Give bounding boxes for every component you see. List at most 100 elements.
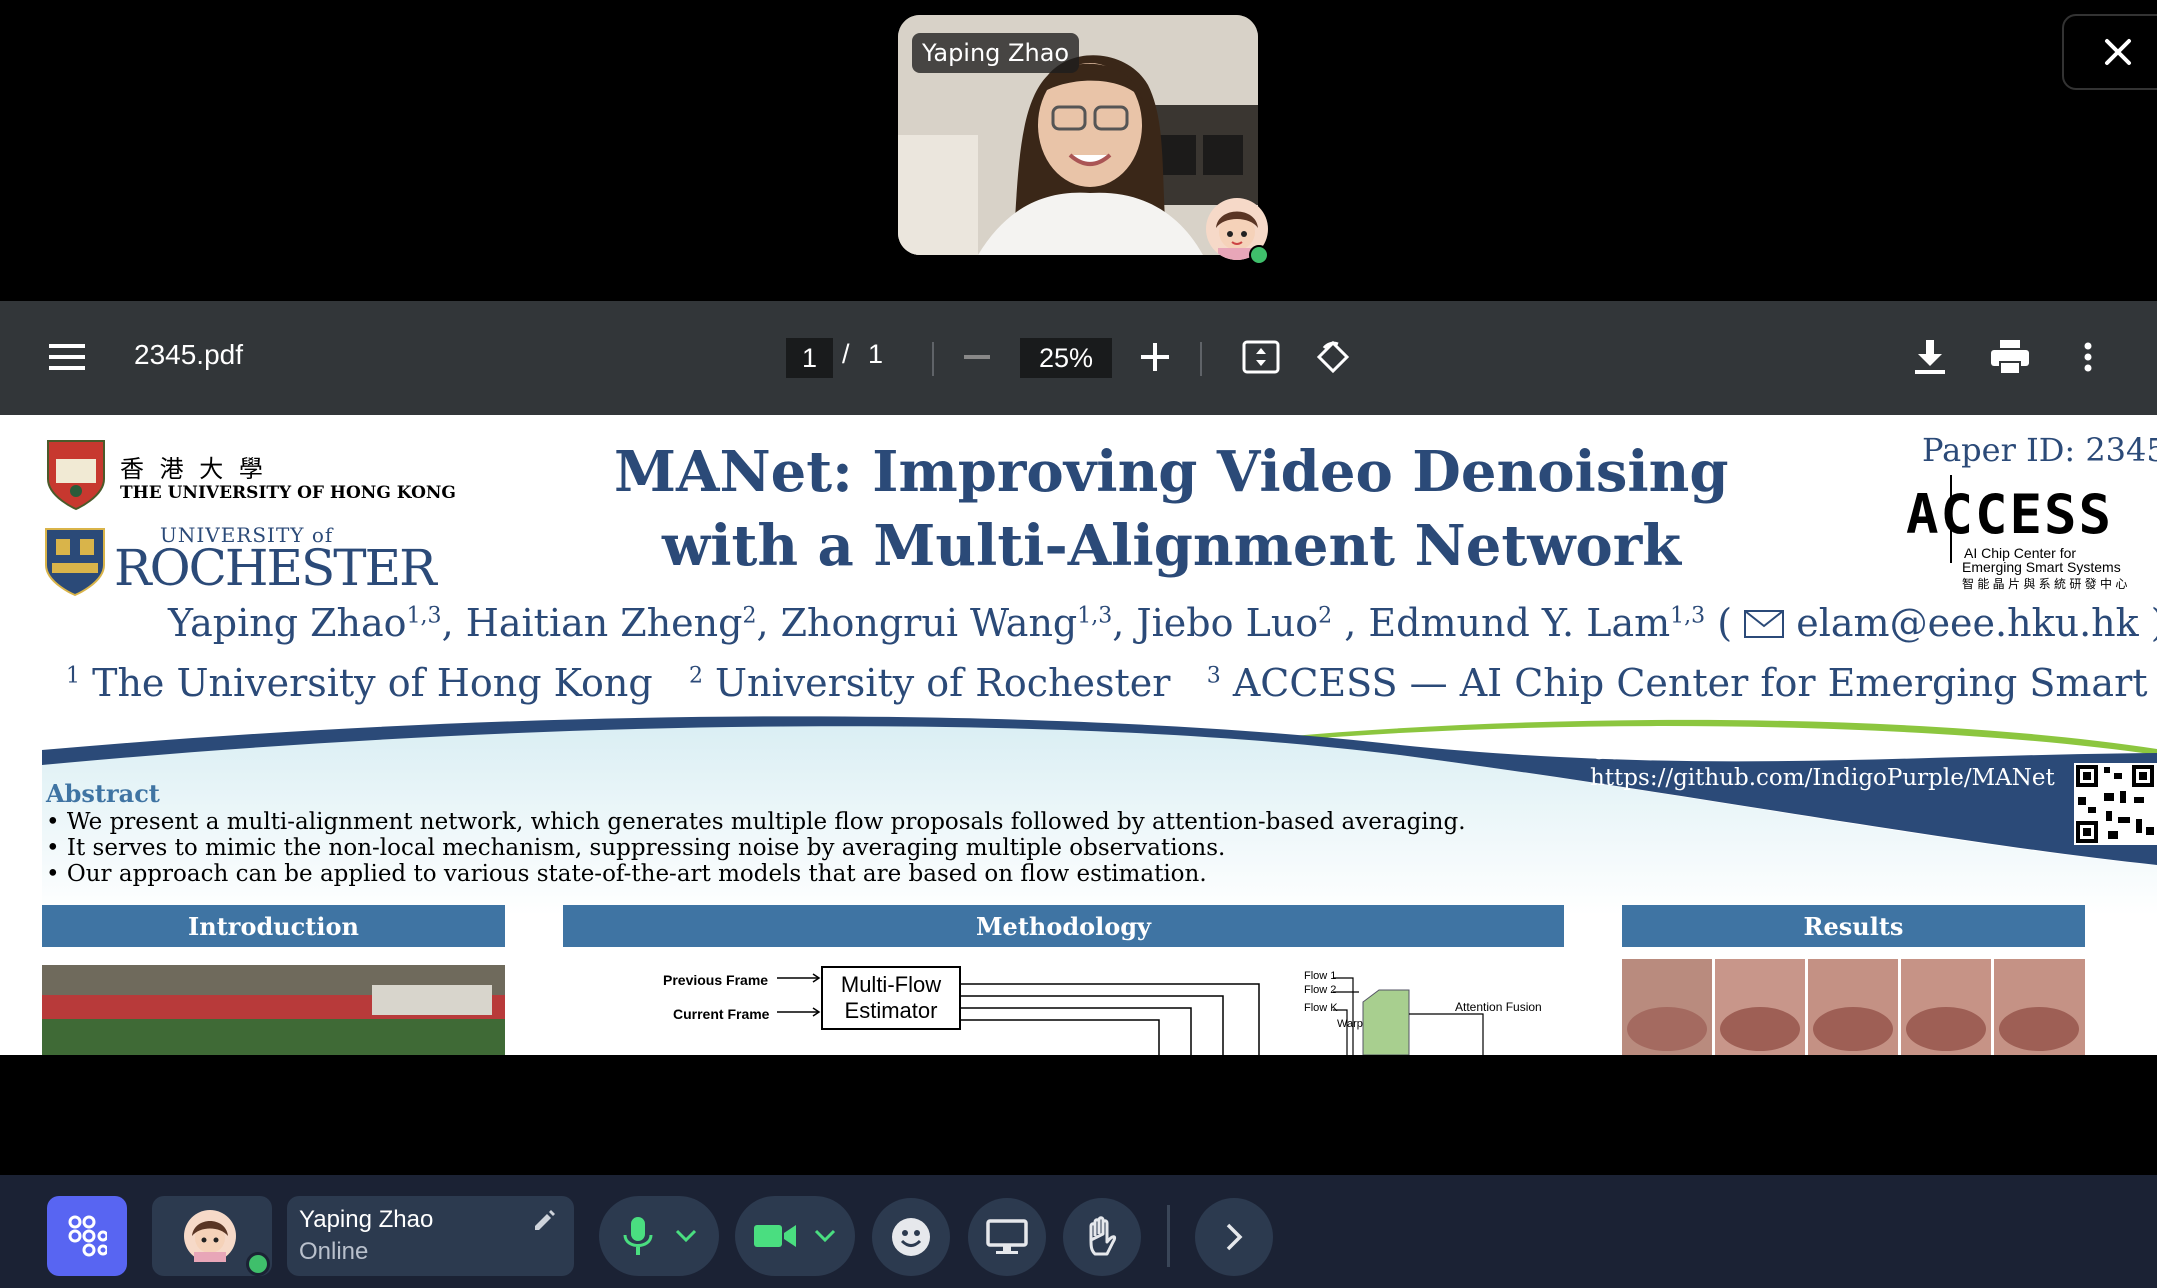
- print-button[interactable]: [1988, 335, 2032, 379]
- page-total: 1: [868, 339, 884, 369]
- abstract-bullet: • Our approach can be applied to various…: [46, 861, 1207, 887]
- zoom-in-button[interactable]: [1138, 337, 1172, 377]
- user-avatar-button[interactable]: [152, 1196, 272, 1276]
- download-icon: [1915, 340, 1945, 374]
- hamburger-icon: [49, 344, 85, 370]
- affiliation-number: 2: [688, 663, 703, 689]
- reactions-button[interactable]: [872, 1198, 950, 1276]
- abstract-bullet-text: Our approach can be applied to various s…: [66, 861, 1207, 887]
- affiliation-name: University of Rochester: [715, 661, 1171, 705]
- author-email[interactable]: elam@eee.hku.hk: [1796, 601, 2138, 645]
- share-screen-button[interactable]: [968, 1198, 1046, 1276]
- methodology-diagram: Previous Frame Current Frame Multi-Flow …: [563, 962, 1564, 1055]
- user-name: Yaping Zhao: [299, 1206, 434, 1233]
- online-status-dot: [1249, 245, 1269, 265]
- hku-english-name: THE UNIVERSITY OF HONG KONG: [120, 483, 456, 503]
- user-online-dot: [246, 1252, 270, 1276]
- author-affiliation: 1,3: [1077, 603, 1113, 629]
- affiliation-number: 1: [66, 663, 80, 689]
- author-affiliation: 2: [742, 603, 757, 629]
- screen-share-icon: [986, 1219, 1028, 1254]
- apps-button[interactable]: [47, 1196, 127, 1276]
- more-vert-icon: [2084, 342, 2092, 372]
- more-controls-button[interactable]: [1195, 1198, 1273, 1276]
- download-button[interactable]: [1910, 335, 1950, 379]
- rotate-icon: [1316, 340, 1350, 374]
- author-affiliation: 2: [1318, 603, 1333, 629]
- author-name: , Edmund Y. Lam: [1332, 601, 1671, 645]
- user-status-card[interactable]: Yaping Zhao Online: [287, 1196, 574, 1276]
- section-header-introduction: Introduction: [42, 905, 505, 947]
- warp-label: Warp: [1337, 1018, 1363, 1030]
- attention-fusion-label: Attention Fusion: [1455, 1000, 1542, 1014]
- abstract-title: Abstract: [46, 779, 160, 808]
- paper-id: Paper ID: 2345: [1922, 431, 2157, 469]
- camera-control[interactable]: [735, 1196, 855, 1276]
- call-control-bar: Yaping Zhao Online: [0, 1175, 2157, 1288]
- more-options-button[interactable]: [2078, 335, 2098, 379]
- participant-video-tile[interactable]: Yaping Zhao: [898, 15, 1258, 255]
- estimator-label-line1: Multi-Flow: [840, 972, 942, 997]
- edit-pencil-icon[interactable]: [531, 1208, 557, 1234]
- microphone-control[interactable]: [599, 1196, 719, 1276]
- emoji-icon: [892, 1218, 930, 1256]
- author-affiliation: 1,3: [1670, 603, 1706, 629]
- results-image-strip: [1622, 959, 2085, 1055]
- zoom-level-input[interactable]: 25%: [1020, 338, 1112, 378]
- code-url[interactable]: https://github.com/IndigoPurple/MANet: [1590, 765, 2055, 791]
- author-name: , Jiebo Luo: [1112, 601, 1319, 645]
- multi-flow-estimator-box: Multi-Flow Estimator: [821, 966, 961, 1030]
- hku-chinese-name: 香 港 大 學: [120, 455, 267, 483]
- affiliations-line: 1 The University of Hong Kong 2 Universi…: [66, 661, 2157, 705]
- envelope-icon: [1744, 610, 1785, 638]
- author-name: , Zhongrui Wang: [756, 601, 1078, 645]
- user-status: Online: [299, 1238, 369, 1265]
- affiliation-name: The University of Hong Kong: [92, 661, 653, 705]
- raise-hand-button[interactable]: [1063, 1198, 1141, 1276]
- abstract-bullet: • We present a multi-alignment network, …: [46, 809, 1466, 835]
- code-label: Code is available at:: [1590, 739, 1827, 765]
- close-button[interactable]: [2062, 14, 2157, 90]
- author-name: Yaping Zhao: [168, 601, 407, 645]
- access-subtitle-3: 智 能 晶 片 與 系 統 研 發 中 心: [1962, 577, 2128, 591]
- video-camera-icon: [754, 1225, 796, 1247]
- flow-2-label: Flow 2: [1304, 984, 1337, 996]
- diagram-connectors: [777, 973, 1484, 1055]
- apps-grid-icon: [68, 1215, 107, 1257]
- close-icon: [2105, 39, 2131, 65]
- abstract-bullet: • It serves to mimic the non-local mecha…: [46, 835, 1226, 861]
- access-logo-divider: [1950, 475, 1952, 563]
- abstract-bullet-text: We present a multi-alignment network, wh…: [66, 809, 1466, 835]
- user-avatar: [184, 1210, 236, 1262]
- author-affiliation: 1,3: [406, 603, 442, 629]
- chevron-down-icon: [814, 1229, 836, 1243]
- chevron-right-icon: [1226, 1223, 1243, 1251]
- flow-k-label: Flow K: [1304, 1002, 1338, 1014]
- poster-title-line1: MANet: Improving Video Denoising: [614, 439, 1729, 505]
- print-icon: [1991, 340, 2029, 374]
- pdf-page: 香 港 大 學 THE UNIVERSITY OF HONG KONG UNIV…: [0, 415, 2157, 1055]
- rotate-button[interactable]: [1310, 335, 1356, 379]
- abstract-bullet-text: It serves to mimic the non-local mechani…: [66, 835, 1226, 861]
- introduction-noisy-image: [42, 965, 505, 1055]
- minus-icon: [964, 355, 990, 359]
- section-header-results: Results: [1622, 905, 2085, 947]
- affiliation-number: 3: [1206, 663, 1221, 689]
- estimator-label-line2: Estimator: [844, 998, 938, 1023]
- plus-icon: [1141, 343, 1169, 371]
- microphone-icon: [623, 1217, 653, 1255]
- rochester-name: ROCHESTER: [114, 539, 437, 597]
- zoom-out-button[interactable]: [960, 337, 994, 377]
- toolbar-divider: [932, 342, 934, 376]
- authors-line: Yaping Zhao1,3, Haitian Zheng2, Zhongrui…: [168, 601, 2157, 645]
- page-number-input[interactable]: 1: [786, 338, 833, 378]
- affiliation-name: ACCESS — AI Chip Center for Emerging Sma…: [1232, 661, 2157, 705]
- fit-page-button[interactable]: [1238, 335, 1284, 379]
- toolbar-divider: [1200, 342, 1202, 376]
- menu-button[interactable]: [44, 337, 90, 377]
- access-logo-text: ACCESS: [1906, 483, 2114, 546]
- rochester-crest-logo: [45, 528, 105, 597]
- bar-divider: [1167, 1205, 1170, 1267]
- hand-icon: [1089, 1216, 1117, 1256]
- page-separator: /: [842, 339, 850, 369]
